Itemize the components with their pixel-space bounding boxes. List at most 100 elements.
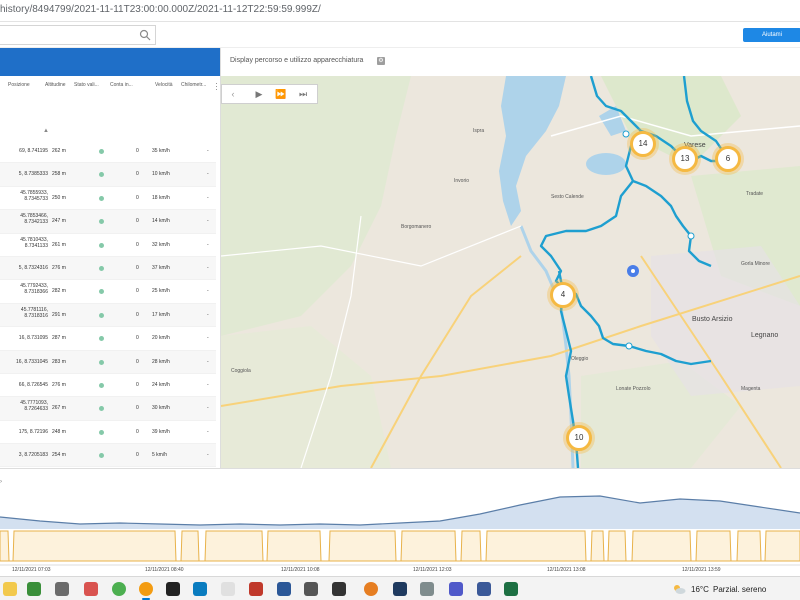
elevation-speed-chart[interactable]: › 12/11/2021 07:03 12/11/2021 08:40 12/1… bbox=[0, 468, 800, 576]
table-row[interactable]: 45.7771093, 8.7264633 267 m 0 30 km/h - bbox=[0, 397, 216, 421]
app-icon[interactable] bbox=[332, 582, 346, 596]
powershell-icon[interactable] bbox=[277, 582, 291, 596]
cluster-marker[interactable]: 13 bbox=[672, 146, 698, 172]
place-label: Gorla Minore bbox=[741, 261, 770, 267]
x-tick-label: 12/11/2021 12:03 bbox=[413, 567, 452, 573]
speed-cell: 14 km/h bbox=[152, 218, 170, 225]
table-row[interactable]: 69, 8.741195 262 m 0 35 km/h - bbox=[0, 140, 216, 164]
column-header-validity[interactable]: Stato vali... bbox=[74, 82, 99, 88]
route-point[interactable] bbox=[622, 130, 630, 138]
table-row[interactable]: 45.7855933, 8.7345733 250 m 0 18 km/h - bbox=[0, 187, 216, 211]
table-row[interactable]: 175, 8.72196 248 m 0 39 km/h - bbox=[0, 421, 216, 445]
table-row[interactable]: 66, 8.726545 276 m 0 24 km/h - bbox=[0, 374, 216, 398]
app-icon[interactable] bbox=[364, 582, 378, 596]
fast-forward-icon[interactable]: ⏩ bbox=[272, 88, 290, 101]
altitude-cell: 248 m bbox=[52, 428, 66, 435]
altitude-cell: 250 m bbox=[52, 194, 66, 201]
place-label: Tradate bbox=[746, 191, 764, 197]
route-map[interactable]: Varese Busto Arsizio Legnano Ispra Invor… bbox=[221, 76, 800, 468]
table-row[interactable]: 16, 8.731095 287 m 0 20 km/h - bbox=[0, 327, 216, 351]
validity-status-icon bbox=[99, 289, 104, 295]
app-icon[interactable] bbox=[112, 582, 126, 596]
position-cell: 175, 8.72196 bbox=[0, 429, 48, 435]
table-row[interactable]: 3, 8.7205183 254 m 0 5 km/h - bbox=[0, 444, 216, 468]
sort-arrow-icon[interactable]: ▲ bbox=[43, 128, 49, 134]
x-tick-label: 12/11/2021 13:59 bbox=[682, 567, 721, 573]
weather-icon[interactable] bbox=[672, 583, 686, 595]
count-cell: 0 bbox=[136, 358, 139, 365]
validity-status-icon bbox=[99, 336, 104, 342]
search-input[interactable] bbox=[0, 25, 156, 45]
km-cell: - bbox=[207, 264, 209, 271]
route-point[interactable] bbox=[687, 232, 695, 240]
help-button[interactable]: Aiutami bbox=[743, 28, 800, 42]
app-icon[interactable] bbox=[393, 582, 407, 596]
speed-line bbox=[0, 530, 800, 562]
route-point[interactable] bbox=[625, 342, 633, 350]
table-row[interactable]: 45.7781116, 8.7318316 291 m 0 17 km/h - bbox=[0, 303, 216, 328]
count-cell: 0 bbox=[136, 311, 139, 318]
cluster-marker[interactable]: 10 bbox=[566, 425, 592, 451]
collapse-icon[interactable]: ‹ bbox=[224, 88, 242, 101]
km-cell: - bbox=[207, 335, 209, 342]
airport-marker bbox=[631, 269, 635, 273]
app-icon[interactable] bbox=[27, 582, 41, 596]
count-cell: 0 bbox=[136, 381, 139, 388]
column-header-altitude[interactable]: Altitudine bbox=[45, 82, 66, 88]
cluster-marker[interactable]: 14 bbox=[630, 131, 656, 157]
skip-forward-icon[interactable]: ⏭ bbox=[294, 88, 312, 101]
settings-icon[interactable]: ⚙ bbox=[377, 57, 385, 65]
altitude-cell: 247 m bbox=[52, 218, 66, 225]
column-header-speed[interactable]: Velocità bbox=[155, 82, 173, 88]
validity-status-icon bbox=[99, 382, 104, 388]
column-header-km[interactable]: Chilometr... bbox=[181, 82, 206, 88]
validity-status-icon bbox=[99, 429, 104, 435]
x-tick-label: 12/11/2021 13:08 bbox=[547, 567, 586, 573]
km-cell: - bbox=[207, 428, 209, 435]
search-icon[interactable] bbox=[139, 29, 151, 41]
app-icon[interactable] bbox=[420, 582, 434, 596]
teams-icon[interactable] bbox=[449, 582, 463, 596]
weather-description[interactable]: Parzial. sereno bbox=[713, 585, 766, 594]
panel-header-band bbox=[0, 48, 220, 76]
browser-icon[interactable] bbox=[139, 582, 153, 596]
column-menu-icon[interactable]: · · · bbox=[214, 80, 219, 94]
column-header-position[interactable]: Posizione bbox=[8, 82, 30, 88]
position-value: 8.7341133 bbox=[24, 242, 48, 249]
altitude-cell: 287 m bbox=[52, 335, 66, 342]
terminal-icon[interactable] bbox=[166, 582, 180, 596]
table-row[interactable]: 45.7853466, 8.7342133 247 m 0 14 km/h - bbox=[0, 210, 216, 234]
file-explorer-icon[interactable] bbox=[3, 582, 17, 596]
altitude-cell: 276 m bbox=[52, 381, 66, 388]
app-icon[interactable] bbox=[193, 582, 207, 596]
app-icon[interactable] bbox=[221, 582, 235, 596]
speed-cell: 25 km/h bbox=[152, 288, 170, 295]
position-cell: 5, 8.7385333 bbox=[0, 171, 48, 177]
filezilla-icon[interactable] bbox=[249, 582, 263, 596]
screen: history/8494799/2021-11-11T23:00:00.000Z… bbox=[0, 0, 800, 600]
speed-cell: 18 km/h bbox=[152, 194, 170, 201]
table-row[interactable]: 45.7792433, 8.7318366 282 m 0 25 km/h - bbox=[0, 280, 216, 304]
cluster-marker[interactable]: 6 bbox=[715, 146, 741, 172]
table-row[interactable]: 5, 8.7324316 276 m 0 37 km/h - bbox=[0, 256, 216, 281]
table-body: 69, 8.741195 262 m 0 35 km/h - 5, 8.7385333 25… bbox=[0, 140, 216, 468]
weather-temperature[interactable]: 16°C bbox=[691, 585, 709, 594]
app-icon[interactable] bbox=[477, 582, 491, 596]
excel-icon[interactable] bbox=[504, 582, 518, 596]
position-cell: 45.7855933, 8.7345733 bbox=[0, 190, 48, 202]
place-label: Sesto Calende bbox=[551, 194, 584, 200]
app-icon[interactable] bbox=[304, 582, 318, 596]
table-row[interactable]: 5, 8.7385333 258 m 0 10 km/h - bbox=[0, 163, 216, 187]
address-bar[interactable]: history/8494799/2021-11-11T23:00:00.000Z… bbox=[0, 0, 800, 22]
play-icon[interactable]: ▶ bbox=[250, 88, 268, 101]
app-icon[interactable] bbox=[55, 582, 69, 596]
position-value: 69, 8.741195 bbox=[19, 148, 48, 154]
count-cell: 0 bbox=[136, 264, 139, 271]
column-header-count[interactable]: Conta in... bbox=[110, 82, 133, 88]
url-text[interactable]: history/8494799/2021-11-11T23:00:00.000Z… bbox=[0, 4, 321, 15]
table-row[interactable]: 45.7810433, 8.7341133 261 m 0 32 km/h - bbox=[0, 234, 216, 257]
app-icon[interactable] bbox=[84, 582, 98, 596]
table-row[interactable]: 16, 8.7331045 283 m 0 28 km/h - bbox=[0, 350, 216, 374]
cluster-marker[interactable]: 4 bbox=[550, 282, 576, 308]
position-value: 8.7264633 bbox=[24, 406, 48, 413]
